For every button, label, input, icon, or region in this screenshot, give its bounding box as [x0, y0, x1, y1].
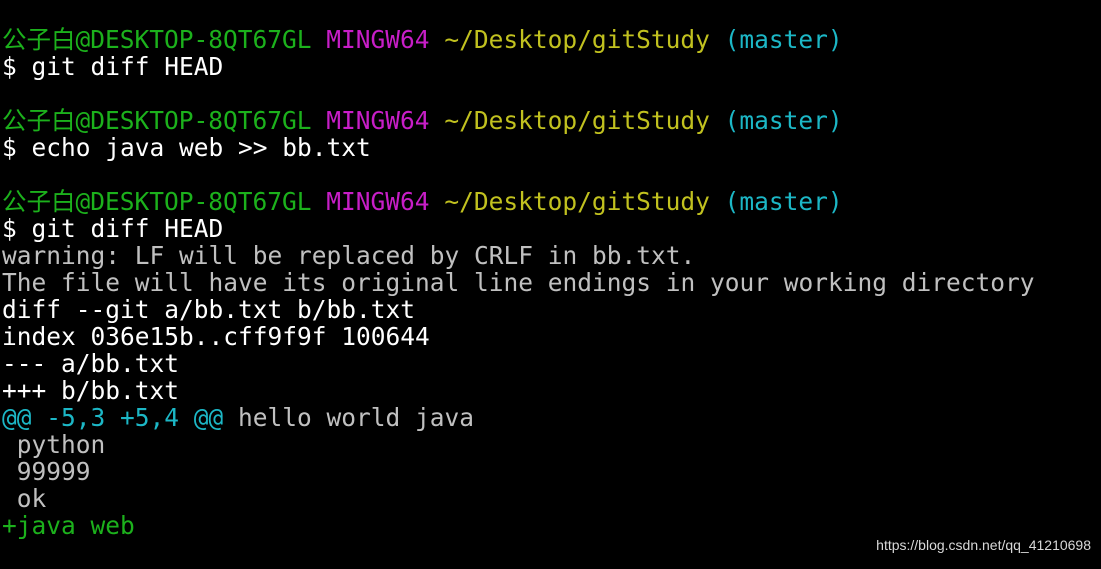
diff-header: diff --git a/bb.txt b/bb.txt [2, 295, 416, 324]
diff-context-line: python [2, 430, 106, 459]
diff-hunk-header: @@ -5,3 +5,4 @@ hello world java [0, 404, 1101, 431]
hunk-context: hello world java [223, 403, 475, 432]
prompt-path: ~/Desktop/gitStudy [444, 187, 710, 216]
prompt-line: 公子白@DESKTOP-8QT67GL MINGW64 ~/Desktop/gi… [0, 107, 1101, 134]
hunk-range: @@ -5,3 +5,4 @@ [2, 403, 224, 432]
diff-context-line: ok [2, 484, 47, 513]
warning-line: The file will have its original line end… [2, 268, 1035, 297]
prompt-system: MINGW64 [326, 25, 430, 54]
watermark: https://blog.csdn.net/qq_41210698 [876, 537, 1091, 553]
prompt-line: 公子白@DESKTOP-8QT67GL MINGW64 ~/Desktop/gi… [0, 26, 1101, 53]
diff-context-line: 99999 [2, 457, 91, 486]
prompt-branch: (master) [724, 187, 843, 216]
command-line: $ git diff HEAD [2, 52, 224, 81]
prompt-path: ~/Desktop/gitStudy [444, 106, 710, 135]
prompt-user-host: 公子白@DESKTOP-8QT67GL [2, 187, 312, 216]
prompt-system: MINGW64 [326, 106, 430, 135]
terminal-window[interactable]: 公子白@DESKTOP-8QT67GL MINGW64 ~/Desktop/gi… [0, 0, 1101, 569]
prompt-path: ~/Desktop/gitStudy [444, 25, 710, 54]
prompt-user-host: 公子白@DESKTOP-8QT67GL [2, 106, 312, 135]
command-line: $ echo java web >> bb.txt [2, 133, 371, 162]
prompt-system: MINGW64 [326, 187, 430, 216]
command-line: $ git diff HEAD [2, 214, 224, 243]
diff-new-file: +++ b/bb.txt [2, 376, 180, 405]
prompt-branch: (master) [724, 25, 843, 54]
prompt-branch: (master) [724, 106, 843, 135]
prompt-user-host: 公子白@DESKTOP-8QT67GL [2, 25, 312, 54]
warning-line: warning: LF will be replaced by CRLF in … [2, 241, 696, 270]
prompt-line: 公子白@DESKTOP-8QT67GL MINGW64 ~/Desktop/gi… [0, 188, 1101, 215]
diff-old-file: --- a/bb.txt [2, 349, 180, 378]
diff-index: index 036e15b..cff9f9f 100644 [2, 322, 430, 351]
